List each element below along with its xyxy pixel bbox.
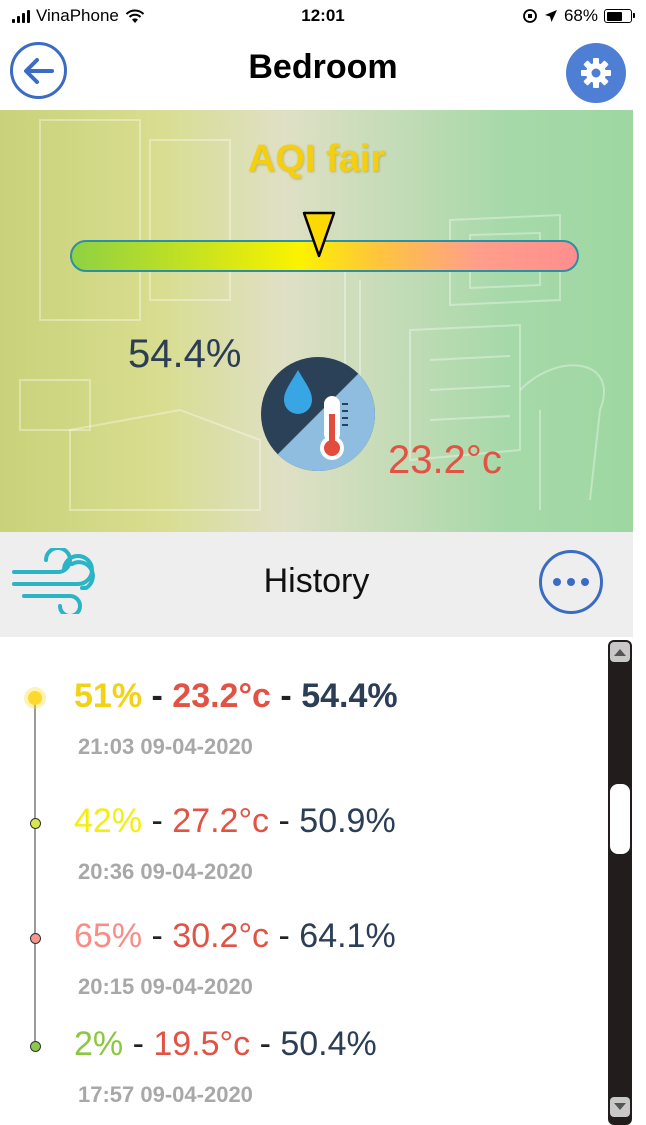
history-temperature: 30.2°c — [172, 917, 270, 955]
aqi-marker-icon — [303, 211, 336, 258]
arrow-down-icon — [614, 1103, 626, 1110]
arrow-up-icon — [614, 649, 626, 656]
history-reading[interactable]: 2% - 19.5°c - 50.4% — [74, 1025, 377, 1064]
separator: - — [142, 802, 173, 840]
history-scrollbar[interactable] — [608, 640, 632, 1125]
separator: - — [250, 1025, 281, 1063]
air-quality-panel: AQI fair 54.4% 23.2°c — [0, 110, 633, 532]
history-reading[interactable]: 51% - 23.2°c - 54.4% — [74, 677, 398, 716]
history-timestamp: 21:03 09-04-2020 — [78, 734, 253, 759]
more-options-icon — [553, 578, 561, 586]
separator: - — [269, 917, 300, 955]
aqi-status-label: AQI fair — [247, 138, 386, 180]
history-list: 51% - 23.2°c - 54.4% 21:03 09-04-2020 42% … — [0, 637, 605, 1125]
history-reading[interactable]: 65% - 30.2°c - 64.1% — [74, 917, 396, 956]
separator: - — [142, 917, 173, 955]
scroll-down-button[interactable] — [610, 1097, 630, 1117]
settings-button[interactable] — [566, 43, 626, 103]
history-humidity: 50.9% — [299, 802, 396, 840]
battery-percent: 68% — [563, 6, 598, 25]
history-aqi: 65% — [74, 917, 143, 955]
separator: - — [123, 1025, 154, 1063]
history-aqi: 2% — [74, 1025, 124, 1063]
history-aqi: 51% — [74, 677, 143, 715]
separator: - — [142, 677, 173, 715]
more-options-button[interactable] — [539, 550, 603, 614]
history-humidity: 64.1% — [299, 917, 396, 955]
nav-bar: Bedroom — [0, 34, 646, 108]
timeline-dot — [29, 932, 41, 944]
history-timestamp: 17:57 09-04-2020 — [78, 1082, 253, 1107]
battery-icon — [604, 9, 635, 23]
separator: - — [269, 802, 300, 840]
separator: - — [270, 677, 302, 715]
history-timestamp: 20:36 09-04-2020 — [78, 859, 253, 884]
status-bar: VinaPhone 12:01 68% — [0, 0, 646, 34]
history-temperature: 27.2°c — [172, 802, 270, 840]
scroll-up-button[interactable] — [610, 642, 630, 662]
history-humidity: 54.4% — [301, 677, 398, 715]
temperature-value: 23.2°c — [388, 438, 502, 482]
history-timestamp: 20:15 09-04-2020 — [78, 974, 253, 999]
gear-icon — [581, 58, 611, 88]
page-title: Bedroom — [248, 48, 398, 86]
history-temperature: 23.2°c — [172, 677, 271, 715]
history-temperature: 19.5°c — [153, 1025, 251, 1063]
humidity-value: 54.4% — [128, 332, 242, 376]
humidity-temperature-icon — [261, 357, 375, 471]
history-reading[interactable]: 42% - 27.2°c - 50.9% — [74, 802, 396, 841]
scroll-thumb[interactable] — [610, 784, 630, 854]
location-icon — [544, 10, 557, 22]
orientation-lock-icon — [523, 9, 537, 23]
timeline-dot — [29, 1040, 41, 1052]
timeline-dot — [29, 817, 41, 829]
history-aqi: 42% — [74, 802, 143, 840]
history-header: History — [0, 532, 633, 637]
timeline-line — [34, 700, 36, 1046]
history-humidity: 50.4% — [280, 1025, 377, 1063]
timeline-dot — [28, 691, 42, 705]
status-right: 68% — [522, 6, 635, 26]
